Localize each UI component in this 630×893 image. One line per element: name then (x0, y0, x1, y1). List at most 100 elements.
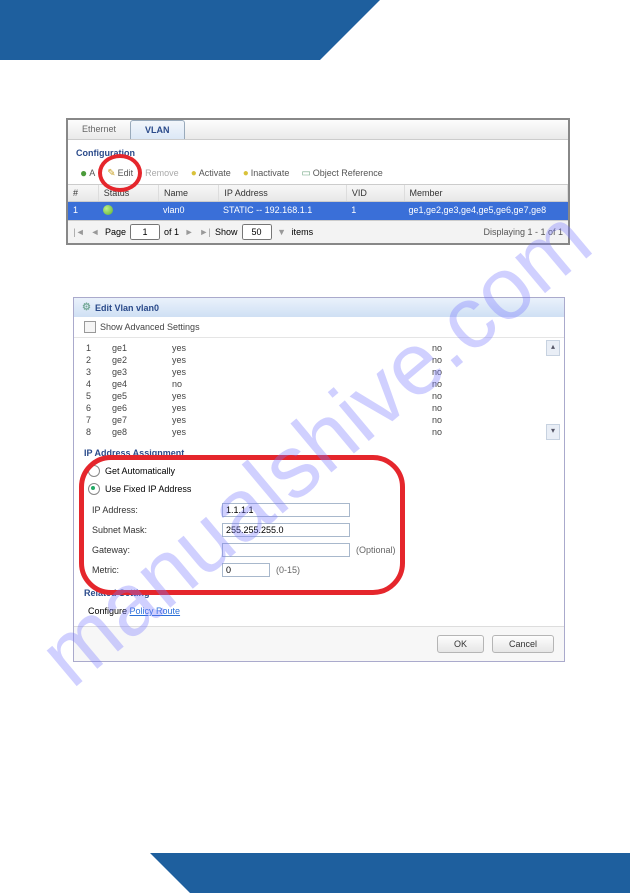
port-num: 5 (86, 391, 112, 401)
cell-ip: STATIC -- 192.168.1.1 (218, 202, 346, 220)
bulb-icon: ● (191, 168, 197, 179)
radio-icon (88, 465, 100, 477)
port-row[interactable]: 3ge3yesno (86, 366, 552, 378)
col-member[interactable]: Member (405, 185, 568, 201)
add-button[interactable]: ●A (76, 165, 99, 181)
ip-assignment-header: IP Address Assignment (74, 442, 564, 462)
cell-member: ge1,ge2,ge3,ge4,ge5,ge6,ge7,ge8 (403, 202, 568, 220)
cell-name: vlan0 (158, 202, 218, 220)
metric-label: Metric: (92, 565, 222, 575)
cell-vid: 1 (346, 202, 403, 220)
port-row[interactable]: 5ge5yesno (86, 390, 552, 402)
related-setting: Configure Policy Route (74, 602, 564, 626)
related-header: Related Setting (74, 582, 564, 602)
pencil-icon: ✎ (107, 168, 115, 179)
optional-hint: (Optional) (356, 545, 396, 555)
cell-num: 1 (68, 202, 98, 220)
metric-hint: (0-15) (276, 565, 300, 575)
page-input[interactable] (130, 224, 160, 240)
page-first-button[interactable]: |◄ (73, 227, 85, 237)
port-a: yes (172, 415, 432, 425)
port-num: 1 (86, 343, 112, 353)
port-row[interactable]: 2ge2yesno (86, 354, 552, 366)
port-a: yes (172, 355, 432, 365)
activate-button[interactable]: ●Activate (187, 167, 235, 180)
per-page-dropdown-icon[interactable]: ▼ (276, 227, 288, 237)
port-row[interactable]: 8ge8yesno (86, 426, 552, 438)
page-of: of 1 (164, 227, 179, 237)
port-row[interactable]: 4ge4nono (86, 378, 552, 390)
mask-input[interactable] (222, 523, 350, 537)
scroll-down-button[interactable]: ▾ (546, 424, 560, 440)
show-advanced-button[interactable]: Show Advanced Settings (74, 317, 564, 338)
col-name[interactable]: Name (159, 185, 219, 201)
col-num[interactable]: # (68, 185, 99, 201)
plus-icon: ● (80, 166, 87, 180)
port-a: yes (172, 343, 432, 353)
scroll-up-button[interactable]: ▴ (546, 340, 560, 356)
items-label: items (292, 227, 314, 237)
status-active-icon (103, 205, 113, 215)
col-ip[interactable]: IP Address (219, 185, 347, 201)
mask-label: Subnet Mask: (92, 525, 222, 535)
edit-button[interactable]: ✎Edit (103, 167, 137, 180)
metric-input[interactable] (222, 563, 270, 577)
page-label: Page (105, 227, 126, 237)
object-reference-button[interactable]: ▭Object Reference (297, 167, 387, 180)
show-advanced-label: Show Advanced Settings (100, 322, 200, 332)
port-num: 8 (86, 427, 112, 437)
ok-button[interactable]: OK (437, 635, 484, 653)
show-label: Show (215, 227, 238, 237)
dialog-button-bar: OK Cancel (74, 626, 564, 661)
port-b: no (432, 427, 492, 437)
scroll-bar: ▴ ▾ (546, 340, 560, 440)
gateway-input[interactable] (222, 543, 350, 557)
port-a: yes (172, 391, 432, 401)
per-page-input[interactable] (242, 224, 272, 240)
top-banner (0, 0, 630, 60)
bulb-off-icon: ● (243, 168, 249, 179)
port-num: 2 (86, 355, 112, 365)
page-prev-button[interactable]: ◄ (89, 227, 101, 237)
cancel-button[interactable]: Cancel (492, 635, 554, 653)
port-b: no (432, 391, 492, 401)
tab-vlan[interactable]: VLAN (130, 120, 185, 139)
port-b: no (432, 379, 492, 389)
dialog-title: Edit Vlan vlan0 (95, 303, 159, 313)
ip-input[interactable] (222, 503, 350, 517)
port-b: no (432, 355, 492, 365)
config-header: Configuration (68, 140, 568, 162)
port-name: ge8 (112, 427, 172, 437)
radio-fixed-ip[interactable]: Use Fixed IP Address (74, 480, 564, 498)
port-a: yes (172, 403, 432, 413)
expand-icon (84, 321, 96, 333)
ip-form: IP Address: Subnet Mask: Gateway: (Optio… (74, 498, 564, 582)
display-count: Displaying 1 - 1 of 1 (483, 227, 563, 237)
gateway-label: Gateway: (92, 545, 222, 555)
tab-ethernet[interactable]: Ethernet (68, 120, 130, 139)
port-name: ge6 (112, 403, 172, 413)
edit-vlan-dialog: ⚙ Edit Vlan vlan0 Show Advanced Settings… (73, 297, 565, 662)
col-status[interactable]: Status (99, 185, 159, 201)
tab-bar: Ethernet VLAN (68, 120, 568, 140)
col-vid[interactable]: VID (347, 185, 405, 201)
port-b: no (432, 403, 492, 413)
ip-label: IP Address: (92, 505, 222, 515)
reference-icon: ▭ (301, 168, 310, 179)
inactivate-button[interactable]: ●Inactivate (239, 167, 294, 180)
radio-get-auto[interactable]: Get Automatically (74, 462, 564, 480)
port-row[interactable]: 7ge7yesno (86, 414, 552, 426)
remove-button[interactable]: Remove (141, 167, 183, 179)
page-next-button[interactable]: ► (183, 227, 195, 237)
radio-selected-icon (88, 483, 100, 495)
grid-header: # Status Name IP Address VID Member (68, 184, 568, 202)
port-row[interactable]: 1ge1yesno (86, 342, 552, 354)
table-row[interactable]: 1 vlan0 STATIC -- 192.168.1.1 1 ge1,ge2,… (68, 202, 568, 220)
port-row[interactable]: 6ge6yesno (86, 402, 552, 414)
port-num: 4 (86, 379, 112, 389)
toolbar: ●A ✎Edit Remove ●Activate ●Inactivate ▭O… (68, 162, 568, 184)
policy-route-link[interactable]: Policy Route (130, 606, 181, 616)
port-a: yes (172, 367, 432, 377)
page-last-button[interactable]: ►| (199, 227, 211, 237)
paging-bar: |◄ ◄ Page of 1 ► ►| Show ▼ items Display… (68, 220, 568, 243)
